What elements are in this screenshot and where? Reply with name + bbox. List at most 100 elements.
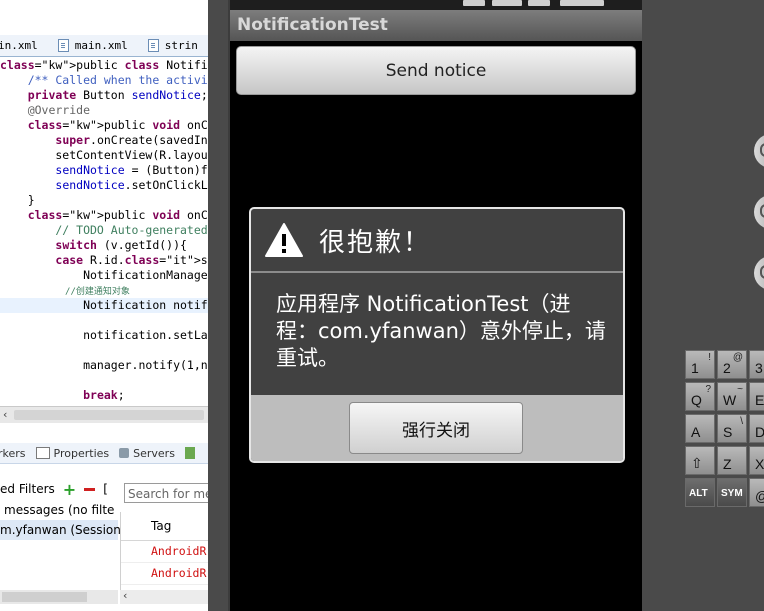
code-line[interactable]: Notification notif	[0, 298, 208, 313]
filters-horizontal-scrollbar[interactable]	[0, 590, 118, 604]
filters-header: ed Filters + [	[0, 478, 118, 500]
properties-icon	[35, 447, 50, 459]
dialog-message: 应用程序 NotificationTest（进程：com.yfanwan）意外停…	[276, 292, 606, 370]
key-label: ALT	[689, 488, 708, 499]
scrollbar-thumb[interactable]	[14, 410, 204, 420]
wifi-icon	[528, 0, 550, 6]
dialog-divider	[251, 271, 623, 273]
code-line[interactable]: class="kw">public void onClick(View v	[0, 208, 208, 223]
status-bar	[230, 0, 642, 10]
code-line[interactable]: sendNotice = (Button)f	[0, 163, 208, 178]
android-screen: NotificationTest Send notice 很抱歉！ 应用程序 N…	[230, 0, 642, 611]
add-filter-icon[interactable]: +	[63, 480, 76, 499]
key-label: A	[691, 424, 701, 440]
scroll-left-arrow-icon[interactable]: ‹	[123, 589, 127, 602]
keyboard-key[interactable]: SYM	[717, 478, 747, 507]
tab-markers[interactable]: rkers	[0, 447, 26, 460]
code-line[interactable]: break;	[0, 388, 208, 403]
code-line[interactable]: class="kw">public void onCreate(Bundl	[0, 118, 208, 133]
keyboard-key[interactable]: 2 @	[717, 350, 747, 379]
code-line[interactable]: manager.notify(1,n	[0, 358, 208, 373]
filters-title: ed Filters	[0, 482, 55, 496]
code-line[interactable]: // TODO Auto-generated	[0, 223, 208, 238]
column-header-tag[interactable]: Tag	[121, 512, 208, 541]
key-label: 3	[755, 360, 763, 376]
code-line[interactable]: NotificationManage	[0, 268, 208, 283]
ide-toolbar-area	[0, 0, 208, 34]
keyboard-key[interactable]: X	[749, 446, 764, 475]
keyboard-key[interactable]: D	[749, 414, 764, 443]
key-alt-label: @	[732, 352, 743, 363]
tab-label: rkers	[0, 446, 26, 460]
emulator-keyboard: 1!2@3Q?W~EAS\D⇧ZXALTSYM@	[685, 350, 764, 510]
logcat-search-input[interactable]: Search for me	[124, 483, 208, 503]
editor-tab-main-xml[interactable]: main.xml	[57, 39, 128, 52]
force-close-button[interactable]: 强行关闭	[349, 402, 523, 454]
code-line[interactable]: private Button sendNotice;	[0, 88, 208, 103]
filter-item-all-messages[interactable]: messages (no filte	[0, 500, 118, 520]
clock-icon	[560, 0, 604, 6]
code-line[interactable]: /** Called when the activi	[0, 73, 208, 88]
logcat-table: Tag AndroidR AndroidR	[120, 512, 208, 592]
keyboard-key[interactable]: ALT	[685, 478, 715, 507]
code-line[interactable]	[0, 343, 208, 358]
key-alt-label: ?	[705, 384, 711, 395]
signal-icon	[463, 0, 485, 6]
editor-tab-strings[interactable]: strin	[147, 39, 198, 52]
keyboard-key[interactable]: Q?	[685, 382, 715, 411]
log-row[interactable]: AndroidR	[121, 541, 208, 563]
keyboard-key[interactable]: E	[749, 382, 764, 411]
editor-tab-xml-1[interactable]: in.xml	[0, 39, 38, 52]
code-editor[interactable]: class="kw">public class NotificationTest…	[0, 58, 208, 404]
key-label: D	[755, 424, 764, 440]
code-line[interactable]	[0, 373, 208, 388]
keyboard-key[interactable]: @	[749, 478, 764, 507]
editor-horizontal-scrollbar[interactable]: ‹	[0, 406, 208, 423]
scroll-left-arrow-icon[interactable]: ‹	[3, 408, 7, 421]
editor-tab-label: in.xml	[0, 39, 38, 52]
tab-label: Servers	[133, 446, 175, 460]
warning-icon	[265, 223, 303, 257]
code-line[interactable]: //创建通知对象	[0, 283, 208, 298]
code-line[interactable]: case R.id.class="it">send_notice:	[0, 253, 208, 268]
code-line[interactable]: switch (v.getId()){	[0, 238, 208, 253]
keyboard-key[interactable]: 1!	[685, 350, 715, 379]
edit-filter-icon[interactable]: [	[103, 482, 108, 496]
keyboard-key[interactable]: A	[685, 414, 715, 443]
key-label: W	[723, 392, 737, 408]
keyboard-key[interactable]: Z	[717, 446, 747, 475]
editor-tab-label: main.xml	[74, 39, 128, 52]
remove-filter-icon[interactable]	[84, 487, 96, 491]
code-line[interactable]: super.onCreate(savedIn	[0, 133, 208, 148]
code-line[interactable]: }	[0, 193, 208, 208]
servers-icon	[119, 448, 130, 458]
log-row[interactable]: AndroidR	[121, 563, 208, 585]
dialog-button-bar: 强行关闭	[251, 395, 623, 461]
code-line[interactable]: notification.setLa	[0, 328, 208, 343]
editor-tab-label: strin	[164, 39, 198, 52]
force-close-dialog: 很抱歉！ 应用程序 NotificationTest（进程：com.yfanwa…	[249, 207, 625, 463]
key-alt-label: ~	[737, 384, 743, 395]
keyboard-key[interactable]: ⇧	[685, 446, 715, 475]
eclipse-ide: in.xml main.xml strin class="kw">public …	[0, 0, 208, 611]
battery-icon	[492, 0, 522, 6]
logcat-filters-panel: ed Filters + [ messages (no filte m.yfan…	[0, 478, 121, 540]
scrollbar-thumb[interactable]	[2, 592, 87, 602]
keyboard-key[interactable]: W ~	[717, 382, 747, 411]
android-view-icon[interactable]	[184, 447, 195, 459]
keyboard-key[interactable]: 3	[749, 350, 764, 379]
code-line[interactable]: @Override	[0, 103, 208, 118]
send-notice-button[interactable]: Send notice	[236, 46, 636, 95]
code-line[interactable]	[0, 313, 208, 328]
key-label: SYM	[721, 488, 743, 499]
code-line[interactable]: class="kw">public class NotificationTest…	[0, 58, 208, 73]
tab-properties[interactable]: Properties	[35, 447, 109, 460]
emulator-bezel	[640, 0, 764, 611]
code-line[interactable]: sendNotice.setOnClickL	[0, 178, 208, 193]
code-line[interactable]: setContentView(R.layou	[0, 148, 208, 163]
keyboard-key[interactable]: S \	[717, 414, 747, 443]
tab-servers[interactable]: Servers	[119, 447, 175, 460]
filter-item-session[interactable]: m.yfanwan (Session	[0, 520, 121, 540]
logcat-horizontal-scrollbar[interactable]: ‹	[120, 589, 208, 604]
key-label: Q	[691, 392, 702, 408]
